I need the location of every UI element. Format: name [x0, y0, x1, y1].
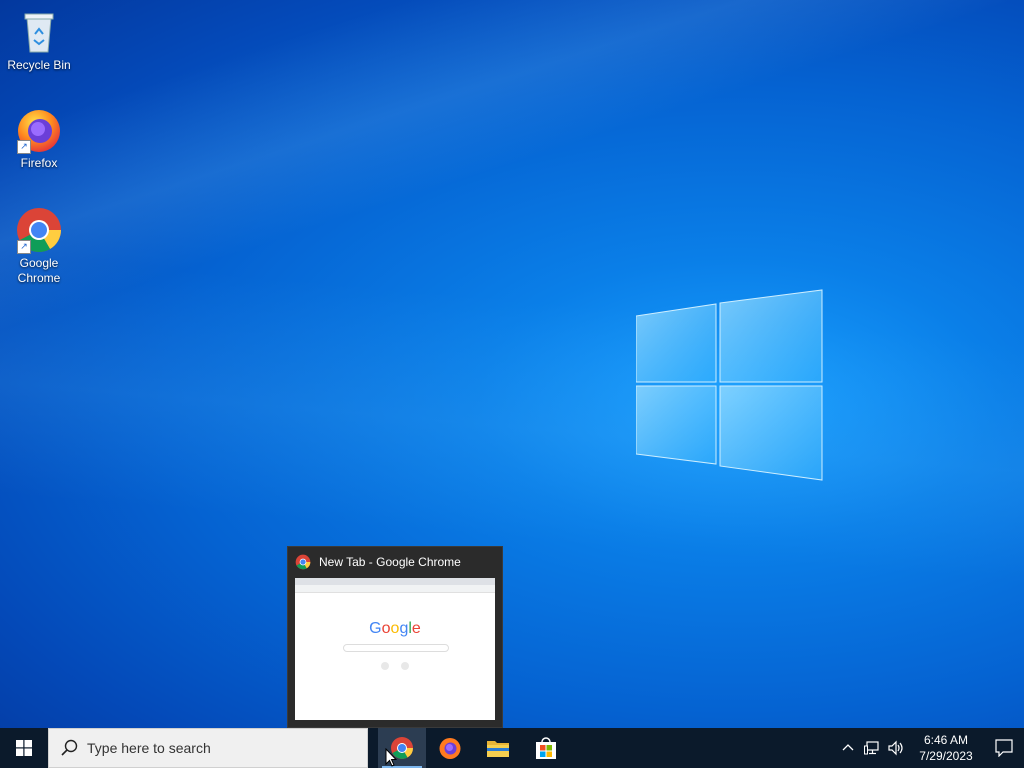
desktop-icon-label: Google Chrome	[17, 256, 61, 285]
notification-icon	[995, 739, 1013, 757]
wallpaper-beam	[0, 0, 1024, 768]
desktop-icon-firefox[interactable]: ↗ Firefox	[1, 106, 77, 171]
system-tray: 6:46 AM 7/29/2023	[836, 728, 1024, 768]
taskbar: Type here to search 6:46 AM 7/29/2023	[0, 728, 1024, 768]
folder-icon	[487, 741, 509, 757]
thumb-search-box	[343, 644, 449, 652]
shortcut-arrow-icon: ↗	[17, 240, 31, 254]
taskbar-app-firefox[interactable]	[426, 728, 474, 768]
thumb-tabstrip	[295, 578, 495, 585]
start-button[interactable]	[0, 728, 48, 768]
network-button[interactable]	[860, 728, 884, 768]
desktop-icon-label: Recycle Bin	[7, 58, 71, 72]
store-icon	[536, 737, 556, 759]
mouse-pointer-icon	[385, 748, 397, 767]
chrome-icon: ↗	[15, 206, 63, 254]
preview-page-thumbnail[interactable]: Google	[295, 578, 495, 720]
wallpaper-beam	[0, 0, 1024, 768]
desktop-icon-recycle-bin[interactable]: Recycle Bin	[1, 8, 77, 73]
preview-header: New Tab - Google Chrome	[288, 547, 502, 577]
taskbar-app-file-explorer[interactable]	[474, 728, 522, 768]
action-center-button[interactable]	[984, 728, 1024, 768]
desktop-icon-label: Firefox	[20, 156, 58, 170]
recycle-bin-icon	[15, 8, 63, 56]
desktop-icon-google-chrome[interactable]: ↗ Google Chrome	[1, 206, 77, 286]
clock-date: 7/29/2023	[919, 749, 973, 763]
taskbar-search-box[interactable]: Type here to search	[48, 728, 368, 768]
shortcut-arrow-icon: ↗	[17, 140, 31, 154]
thumb-shortcut	[381, 662, 389, 670]
chrome-thumbnail-preview[interactable]: New Tab - Google Chrome Google	[287, 546, 503, 728]
show-hidden-icons-button[interactable]	[836, 728, 860, 768]
thumb-shortcut	[401, 662, 409, 670]
taskbar-clock[interactable]: 6:46 AM 7/29/2023	[908, 732, 984, 764]
taskbar-app-microsoft-store[interactable]	[522, 728, 570, 768]
chevron-up-icon	[842, 744, 854, 751]
clock-time: 6:46 AM	[923, 733, 969, 747]
wallpaper-windows-logo	[636, 289, 823, 481]
search-placeholder: Type here to search	[87, 740, 211, 756]
windows-start-icon	[16, 740, 32, 756]
thumb-addressbar	[295, 585, 495, 593]
chrome-icon	[295, 554, 311, 570]
search-icon	[61, 739, 78, 756]
firefox-icon	[439, 738, 461, 759]
volume-button[interactable]	[884, 728, 908, 768]
speaker-icon	[888, 740, 903, 756]
preview-title: New Tab - Google Chrome	[319, 555, 461, 569]
network-icon	[864, 741, 879, 755]
firefox-icon: ↗	[15, 106, 63, 154]
thumb-google-logo: Google	[369, 620, 421, 637]
